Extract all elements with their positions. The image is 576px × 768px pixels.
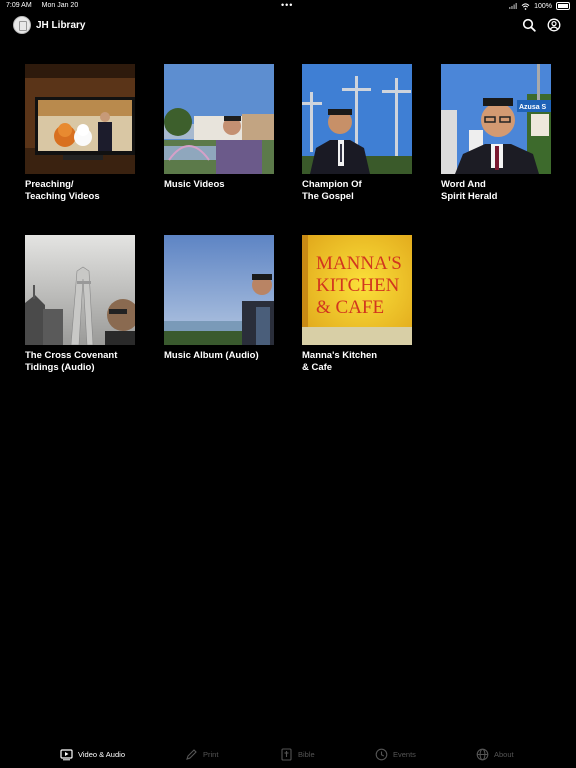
pen-icon bbox=[186, 748, 197, 760]
tile-thumbnail bbox=[164, 235, 274, 345]
tile-preaching-teaching-videos[interactable]: Preaching/ Teaching Videos bbox=[25, 64, 135, 203]
tile-word-and-spirit-herald[interactable]: Azusa S Word And Spirit Herald bbox=[441, 64, 551, 203]
sign-text-line3: & CAFE bbox=[316, 297, 384, 318]
multitasking-dots-icon[interactable]: ••• bbox=[281, 0, 293, 10]
wifi-icon bbox=[521, 2, 530, 10]
status-date: Mon Jan 20 bbox=[41, 2, 79, 9]
tab-label: About bbox=[494, 749, 514, 759]
app-header: JH Library bbox=[0, 15, 576, 37]
tab-label: Events bbox=[393, 749, 416, 759]
tile-champion-of-the-gospel[interactable]: Champion Of The Gospel bbox=[302, 64, 412, 203]
tile-music-album-audio[interactable]: Music Album (Audio) bbox=[164, 235, 274, 362]
globe-icon bbox=[476, 748, 489, 760]
sign-text-line1: MANNA'S bbox=[316, 253, 402, 274]
tile-thumbnail: Azusa S bbox=[441, 64, 551, 174]
tile-label: Manna's Kitchen & Cafe bbox=[302, 350, 378, 373]
tab-about[interactable]: About bbox=[476, 742, 514, 766]
battery-percent: 100% bbox=[534, 2, 552, 10]
app-title: JH Library bbox=[36, 20, 86, 31]
app-logo[interactable] bbox=[13, 16, 31, 34]
status-bar: 7:09 AM Mon Jan 20 ••• 100% bbox=[0, 0, 576, 12]
sign-text-line2: KITCHEN bbox=[316, 275, 400, 296]
tab-print[interactable]: Print bbox=[185, 742, 218, 766]
tile-label: Music Album (Audio) bbox=[164, 350, 259, 361]
tab-label: Print bbox=[203, 749, 219, 759]
tile-thumbnail bbox=[302, 64, 412, 174]
video-icon bbox=[60, 748, 73, 760]
tile-label: Champion Of The Gospel bbox=[302, 179, 362, 202]
tile-label: Music Videos bbox=[164, 179, 225, 190]
account-icon[interactable] bbox=[547, 18, 561, 32]
search-icon[interactable] bbox=[522, 18, 536, 32]
signal-icon bbox=[509, 3, 518, 9]
tab-label: Bible bbox=[298, 749, 315, 759]
tile-music-videos[interactable]: Music Videos bbox=[164, 64, 274, 191]
clock-icon bbox=[375, 748, 388, 760]
tab-bible[interactable]: Bible bbox=[280, 742, 315, 766]
tile-thumbnail bbox=[25, 235, 135, 345]
tab-events[interactable]: Events bbox=[375, 742, 416, 766]
tile-thumbnail bbox=[25, 64, 135, 174]
book-icon bbox=[281, 747, 292, 761]
tile-thumbnail bbox=[164, 64, 274, 174]
tab-video-audio[interactable]: Video & Audio bbox=[60, 742, 125, 766]
tile-label: Word And Spirit Herald bbox=[441, 179, 498, 202]
tile-label: Preaching/ Teaching Videos bbox=[25, 179, 100, 202]
tab-label: Video & Audio bbox=[78, 749, 125, 759]
tile-mannas-kitchen-cafe[interactable]: MANNA'S KITCHEN & CAFE Manna's Kitchen &… bbox=[302, 235, 412, 374]
status-time: 7:09 AM bbox=[6, 2, 32, 9]
tab-bar: Video & Audio Print Bible Events About bbox=[0, 742, 576, 766]
street-sign-text: Azusa S bbox=[519, 104, 547, 111]
tile-cross-covenant-tidings[interactable]: The Cross Covenant Tidings (Audio) bbox=[25, 235, 135, 374]
tile-thumbnail: MANNA'S KITCHEN & CAFE bbox=[302, 235, 412, 345]
battery-icon bbox=[556, 2, 570, 10]
tile-label: The Cross Covenant Tidings (Audio) bbox=[25, 350, 118, 373]
